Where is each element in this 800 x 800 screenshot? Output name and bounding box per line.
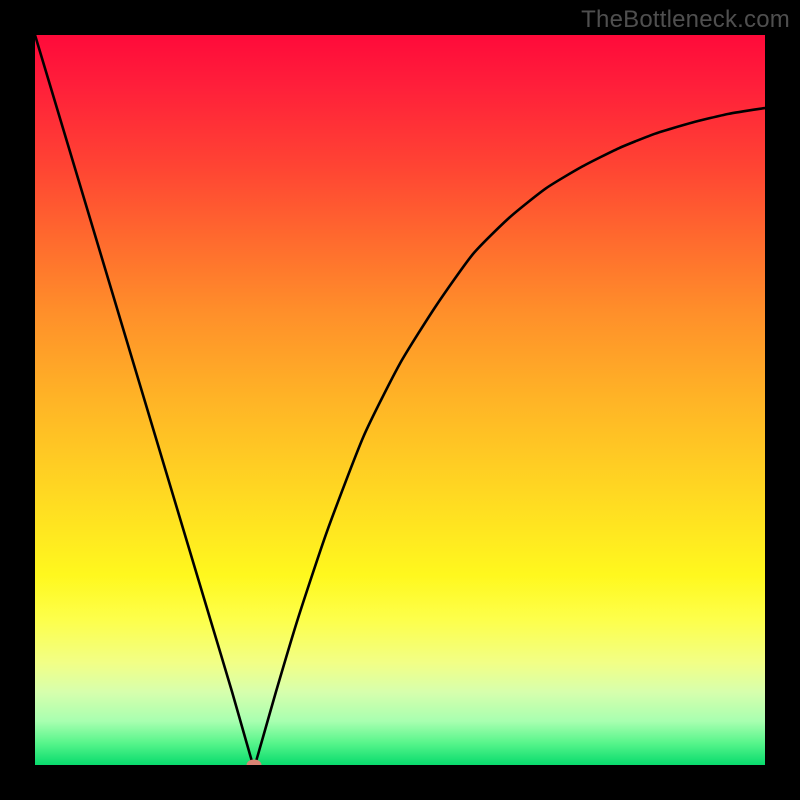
bottleneck-curve bbox=[35, 35, 765, 765]
chart-canvas: TheBottleneck.com bbox=[0, 0, 800, 800]
plot-area bbox=[35, 35, 765, 765]
watermark-label: TheBottleneck.com bbox=[581, 6, 790, 34]
bottleneck-curve-group bbox=[35, 35, 765, 765]
minimum-marker bbox=[247, 760, 262, 766]
curve-svg bbox=[35, 35, 765, 765]
